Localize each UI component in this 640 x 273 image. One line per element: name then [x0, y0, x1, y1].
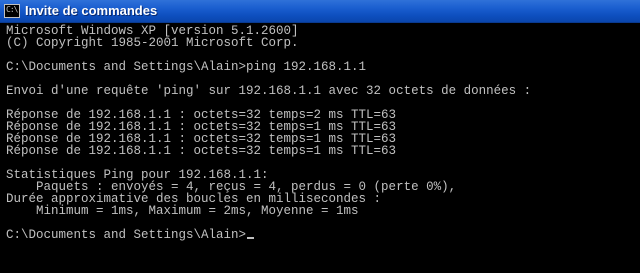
console-icon[interactable]: C:\ — [4, 4, 20, 18]
console-line: Minimum = 1ms, Maximum = 2ms, Moyenne = … — [6, 204, 359, 218]
command-prompt-line[interactable]: C:\Documents and Settings\Alain> — [6, 229, 640, 241]
console-line: C:\Documents and Settings\Alain>ping 192… — [6, 60, 367, 74]
window-title: Invite de commandes — [25, 3, 158, 18]
console-icon-label: C:\ — [6, 5, 18, 14]
console-line: (C) Copyright 1985-2001 Microsoft Corp. — [6, 36, 299, 50]
text-cursor — [247, 237, 255, 239]
prompt-text: C:\Documents and Settings\Alain> — [6, 228, 247, 242]
command-prompt-window: C:\ Invite de commandes Microsoft Window… — [0, 0, 640, 273]
console-line: Réponse de 192.168.1.1 : octets=32 temps… — [6, 144, 397, 158]
console-line: Envoi d'une requête 'ping' sur 192.168.1… — [6, 84, 532, 98]
console-output[interactable]: Microsoft Windows XP [version 5.1.2600] … — [0, 23, 640, 273]
title-bar[interactable]: C:\ Invite de commandes — [0, 0, 640, 23]
